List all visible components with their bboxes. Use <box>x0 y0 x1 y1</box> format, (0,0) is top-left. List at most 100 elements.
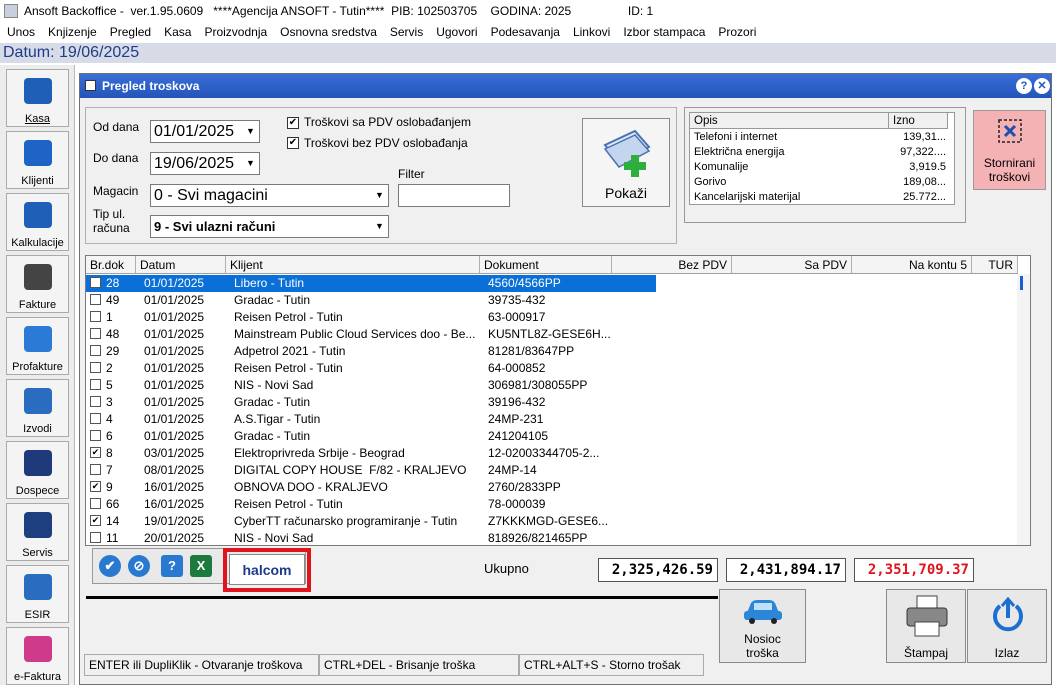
grid-scrollbar[interactable] <box>1017 274 1030 545</box>
chevron-down-icon[interactable]: ▼ <box>373 220 386 233</box>
row-checkbox[interactable]: ✔ <box>90 447 101 458</box>
row-checkbox[interactable] <box>90 430 101 441</box>
magacin-select[interactable]: 0 - Svi magacini ▼ <box>150 184 389 207</box>
table-row[interactable]: 28 01/01/2025 Libero - Tutin 4560/4566PP <box>86 275 656 292</box>
table-row[interactable]: 66 16/01/2025 Reisen Petrol - Tutin 78-0000… <box>86 496 656 513</box>
table-row[interactable]: ✔ 8 03/01/2025 Elektroprivreda Srbije - Beo… <box>86 445 656 462</box>
row-checkbox[interactable]: ✔ <box>90 481 101 492</box>
select-all-icon[interactable]: ✔ <box>99 555 121 577</box>
help-icon[interactable]: ? <box>161 555 183 577</box>
table-row[interactable]: 11 20/01/2025 NIS - Novi Sad 818926/821465P… <box>86 530 656 545</box>
opis-header[interactable]: Opis <box>690 113 889 129</box>
row-checkbox[interactable] <box>90 277 101 288</box>
halcom-button[interactable]: halcom <box>229 554 305 585</box>
chevron-down-icon[interactable]: ▼ <box>244 157 257 170</box>
cell-datum: 01/01/2025 <box>144 429 205 443</box>
column-header-datum[interactable]: Datum <box>136 256 226 274</box>
help-button[interactable]: ? <box>1016 78 1032 94</box>
table-row[interactable]: 2 01/01/2025 Reisen Petrol - Tutin 64-00085… <box>86 360 656 377</box>
stampaj-button[interactable]: Štampaj <box>886 589 966 663</box>
table-row[interactable]: 3 01/01/2025 Gradac - Tutin 39196-432 <box>86 394 656 411</box>
od-dana-input[interactable]: 01/01/2025 ▼ <box>150 120 260 143</box>
row-checkbox[interactable] <box>90 311 101 322</box>
sidebar-item-izvodi[interactable]: Izvodi <box>6 379 69 437</box>
column-header-tur[interactable]: TUR <box>972 256 1018 274</box>
chevron-down-icon[interactable]: ▼ <box>373 189 386 202</box>
close-button[interactable]: ✕ <box>1034 78 1050 94</box>
table-row[interactable]: 5 01/01/2025 NIS - Novi Sad 306981/308055PP <box>86 377 656 394</box>
do-dana-input[interactable]: 19/06/2025 ▼ <box>150 152 260 175</box>
chevron-down-icon[interactable]: ▼ <box>244 125 257 138</box>
pdv-oslobadjanje-checkbox[interactable]: ✔ <box>287 117 299 129</box>
menu-podesavanja[interactable]: Podesavanja <box>491 25 560 39</box>
column-header-bez-pdv[interactable]: Bez PDV <box>612 256 732 274</box>
table-row[interactable]: 7 08/01/2025 DIGITAL COPY HOUSE F/82 - KRA… <box>86 462 656 479</box>
menu-linkovi[interactable]: Linkovi <box>573 25 610 39</box>
table-row[interactable]: 4 01/01/2025 A.S.Tigar - Tutin 24MP-231 <box>86 411 656 428</box>
table-row[interactable]: ✔ 14 19/01/2025 CyberTT računarsko programi… <box>86 513 656 530</box>
deselect-icon[interactable]: ⊘ <box>128 555 150 577</box>
sidebar-item-efaktura[interactable]: e-Faktura <box>6 627 69 685</box>
row-checkbox[interactable] <box>90 328 101 339</box>
menu-unos[interactable]: Unos <box>7 25 35 39</box>
column-header-dokument[interactable]: Dokument <box>480 256 612 274</box>
row-checkbox[interactable] <box>90 498 101 509</box>
summary-row[interactable]: Komunalije 3,919.5 <box>690 160 952 175</box>
summary-row[interactable]: Gorivo 189,08... <box>690 175 952 190</box>
column-header-klijent[interactable]: Klijent <box>226 256 480 274</box>
row-checkbox[interactable] <box>90 362 101 373</box>
pokazi-button[interactable]: Pokaži <box>582 118 670 207</box>
summary-row[interactable]: Električna energija 97,322.... <box>690 145 952 160</box>
power-exit-icon <box>993 596 1023 632</box>
menu-prozori[interactable]: Prozori <box>718 25 756 39</box>
bez-pdv-oslobadjanja-checkbox[interactable]: ✔ <box>287 137 299 149</box>
scroll-thumb[interactable] <box>1020 276 1023 290</box>
row-checkbox[interactable]: ✔ <box>90 515 101 526</box>
menu-pregled[interactable]: Pregled <box>110 25 151 39</box>
column-header-sa-pdv[interactable]: Sa PDV <box>732 256 852 274</box>
column-header-na-kontu-5[interactable]: Na kontu 5 <box>852 256 972 274</box>
iznos-header[interactable]: Izno <box>889 113 948 129</box>
sidebar-item-kasa[interactable]: Kasa <box>6 69 69 127</box>
table-row[interactable]: 48 01/01/2025 Mainstream Public Cloud Serv… <box>86 326 656 343</box>
notepad-add-icon <box>603 129 651 177</box>
column-header-br-dok[interactable]: Br.dok <box>86 256 136 274</box>
menu-proizvodnja[interactable]: Proizvodnja <box>204 25 267 39</box>
menu-kasa[interactable]: Kasa <box>164 25 191 39</box>
sidebar-item-esir[interactable]: ESIR <box>6 565 69 623</box>
menu-osnovna-sredstva[interactable]: Osnovna sredstva <box>280 25 377 39</box>
window-titlebar: Pregled troskova ? ✕ <box>80 74 1051 98</box>
sidebar-item-fakture[interactable]: Fakture <box>6 255 69 313</box>
table-row[interactable]: ✔ 9 16/01/2025 OBNOVA DOO - KRALJEVO 2760/28… <box>86 479 656 496</box>
tip-racuna-select[interactable]: 9 - Svi ulazni računi ▼ <box>150 215 389 238</box>
sidebar-item-dospece[interactable]: Dospece <box>6 441 69 499</box>
menu-servis[interactable]: Servis <box>390 25 423 39</box>
row-checkbox[interactable] <box>90 294 101 305</box>
row-checkbox[interactable] <box>90 532 101 543</box>
izlaz-button[interactable]: Izlaz <box>967 589 1047 663</box>
pokazi-label: Pokaži <box>604 185 648 201</box>
sidebar-item-profakture[interactable]: Profakture <box>6 317 69 375</box>
summary-row[interactable]: Kancelarijski materijal 25.772... <box>690 190 952 204</box>
row-checkbox[interactable] <box>90 413 101 424</box>
filter-input[interactable] <box>398 184 510 207</box>
table-row[interactable]: 6 01/01/2025 Gradac - Tutin 241204105 <box>86 428 656 445</box>
table-row[interactable]: 29 01/01/2025 Adpetrol 2021 - Tutin 81281/8… <box>86 343 656 360</box>
row-checkbox[interactable] <box>90 379 101 390</box>
menu-ugovori[interactable]: Ugovori <box>436 25 477 39</box>
table-row[interactable]: 49 01/01/2025 Gradac - Tutin 39735-432 <box>86 292 656 309</box>
excel-icon[interactable]: X <box>190 555 212 577</box>
sidebar-item-klijenti[interactable]: Klijenti <box>6 131 69 189</box>
nosioc-troska-button[interactable]: Nosioc troška <box>719 589 806 663</box>
row-checkbox[interactable] <box>90 396 101 407</box>
row-checkbox[interactable] <box>90 345 101 356</box>
storno-icon <box>998 119 1022 143</box>
menu-izbor-stampaca[interactable]: Izbor stampaca <box>623 25 705 39</box>
table-row[interactable]: 1 01/01/2025 Reisen Petrol - Tutin 63-00091… <box>86 309 656 326</box>
summary-row[interactable]: Telefoni i internet 139,31... <box>690 130 952 145</box>
sidebar-item-servis[interactable]: Servis <box>6 503 69 561</box>
sidebar-item-kalkulacije[interactable]: Kalkulacije <box>6 193 69 251</box>
stornirani-troskovi-button[interactable]: Stornirani troškovi <box>973 110 1046 190</box>
menu-knjizenje[interactable]: Knjizenje <box>48 25 97 39</box>
row-checkbox[interactable] <box>90 464 101 475</box>
